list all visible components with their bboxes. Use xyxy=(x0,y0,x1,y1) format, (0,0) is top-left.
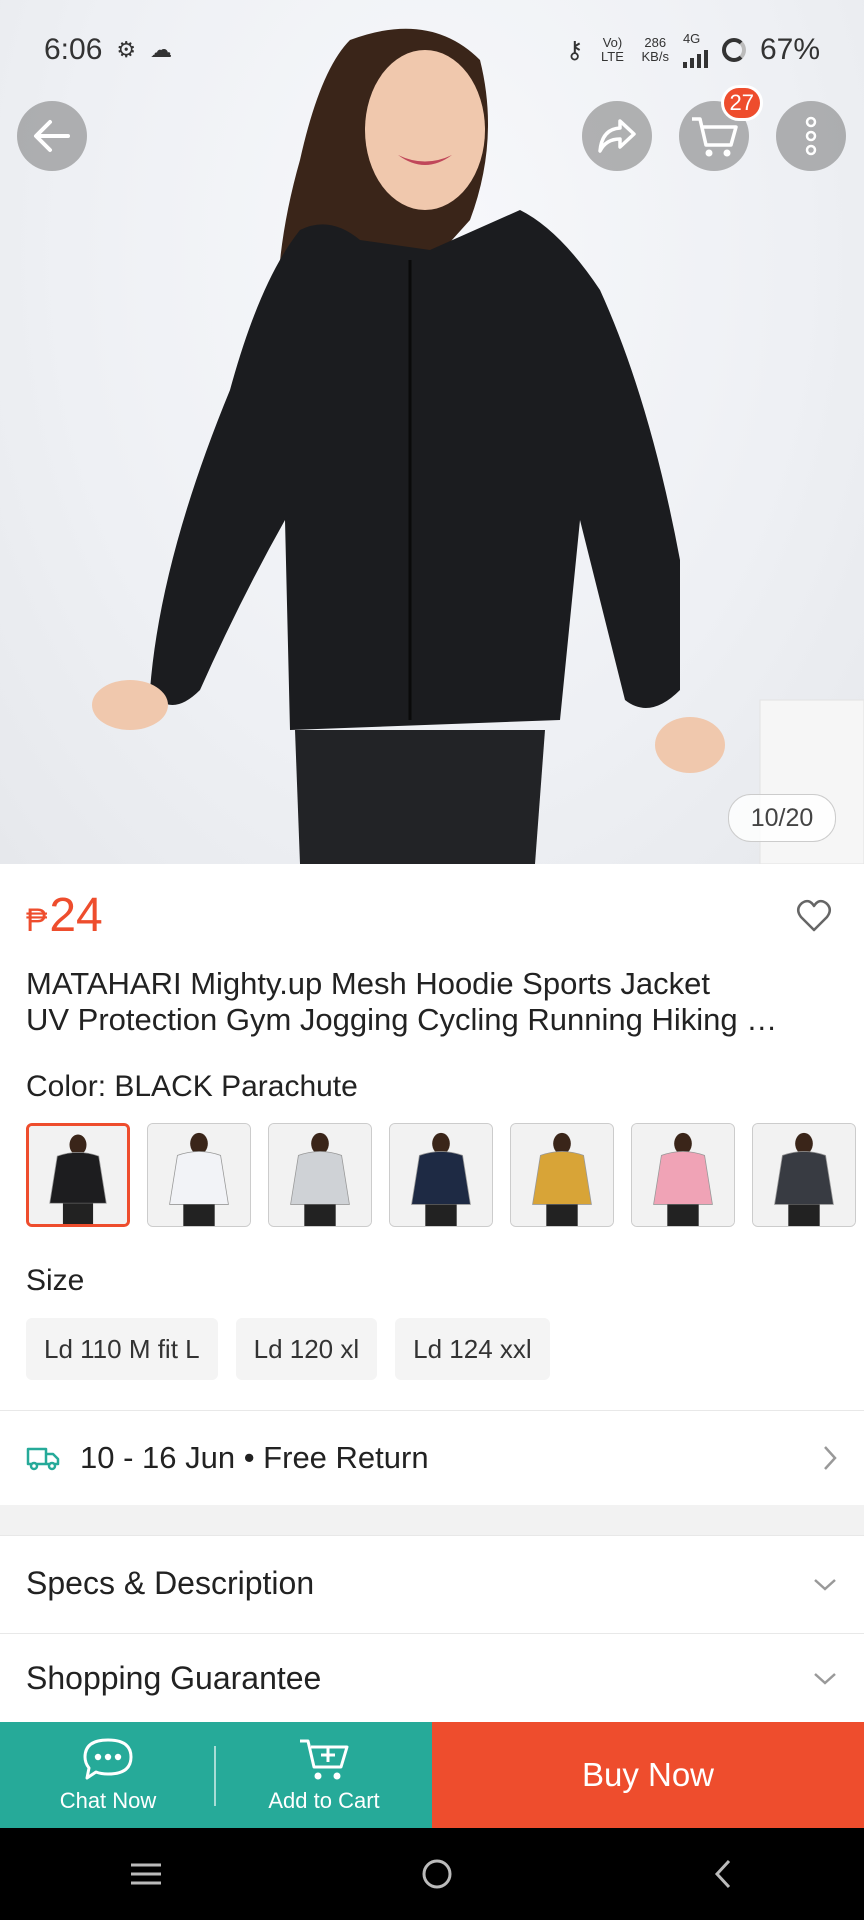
cloud-icon: ☁ xyxy=(150,37,173,62)
chevron-down-icon xyxy=(814,1578,836,1591)
divider xyxy=(0,1410,864,1411)
home-icon[interactable] xyxy=(420,1857,454,1891)
add-to-cart-icon xyxy=(300,1739,349,1780)
currency-symbol: ₱ xyxy=(26,902,48,938)
volte-indicator: Vo) LTE xyxy=(601,35,624,64)
shopping-guarantee-label: Shopping Guarantee xyxy=(26,1659,322,1696)
action-separator xyxy=(214,1746,216,1806)
add-to-cart-button[interactable]: Add to Cart xyxy=(216,1722,432,1828)
price-row: ₱ 24 xyxy=(26,888,838,943)
color-swatch[interactable] xyxy=(147,1123,251,1227)
color-swatch-list xyxy=(26,1123,864,1227)
more-vertical-icon xyxy=(805,116,817,156)
swatch-thumbnail xyxy=(29,1126,127,1224)
swatch-thumbnail xyxy=(632,1124,734,1226)
swatch-thumbnail xyxy=(753,1124,855,1226)
add-to-cart-label: Add to Cart xyxy=(268,1788,380,1813)
recent-apps-icon[interactable] xyxy=(129,1861,163,1887)
buy-now-button[interactable]: Buy Now xyxy=(432,1722,864,1828)
swatch-thumbnail xyxy=(390,1124,492,1226)
settings-gear-icon: ⚙ xyxy=(116,37,137,62)
product-image-gallery[interactable]: 6:06 ⚙ ☁ ⚷ Vo) LTE 286 KB/s 4G 67% 27 10… xyxy=(0,0,864,864)
size-option[interactable]: Ld 110 M fit L xyxy=(26,1318,218,1380)
color-swatch[interactable] xyxy=(631,1123,735,1227)
back-arrow-icon xyxy=(34,120,70,152)
color-swatch[interactable] xyxy=(752,1123,856,1227)
bottom-action-bar: Chat Now Add to Cart Buy Now xyxy=(0,1722,864,1828)
chevron-down-icon xyxy=(814,1673,836,1685)
color-label: Color: BLACK Parachute xyxy=(26,1070,358,1103)
share-button[interactable] xyxy=(582,101,652,171)
network-speed-unit: KB/s xyxy=(641,49,669,64)
product-title-line2: UV Protection Gym Jogging Cycling Runnin… xyxy=(26,1002,778,1037)
image-counter: 10/20 xyxy=(728,794,836,842)
color-swatch[interactable] xyxy=(389,1123,493,1227)
swatch-thumbnail xyxy=(269,1124,371,1226)
product-title-line1: MATAHARI Mighty.up Mesh Hoodie Sports Ja… xyxy=(26,966,710,1001)
chevron-right-icon xyxy=(824,1446,837,1470)
system-navigation-bar xyxy=(0,1828,864,1920)
cart-count-badge: 27 xyxy=(720,85,763,121)
battery-percent: 67% xyxy=(759,33,820,66)
wishlist-heart-icon[interactable] xyxy=(796,899,832,933)
product-price: ₱ 24 xyxy=(26,888,103,943)
size-label: Size xyxy=(26,1264,85,1297)
secondary-actions: Chat Now Add to Cart xyxy=(0,1722,432,1828)
status-time: 6:06 xyxy=(44,33,103,66)
cart-button[interactable]: 27 xyxy=(679,85,763,171)
specs-description-row[interactable]: Specs & Description xyxy=(0,1535,864,1631)
share-icon xyxy=(598,119,636,153)
network-type: 4G xyxy=(682,31,701,46)
specs-description-label: Specs & Description xyxy=(26,1565,315,1601)
signal-bars xyxy=(682,46,708,68)
chat-bubble-icon xyxy=(83,1738,133,1780)
section-gap xyxy=(0,1505,864,1535)
network-speed-value: 286 xyxy=(644,35,667,50)
product-title: MATAHARI Mighty.up Mesh Hoodie Sports Ja… xyxy=(26,966,834,1038)
size-option[interactable]: Ld 124 xxl xyxy=(395,1318,550,1380)
color-swatch[interactable] xyxy=(510,1123,614,1227)
network-speed: 286 KB/s xyxy=(641,36,668,64)
swatch-thumbnail xyxy=(511,1124,613,1226)
key-icon: ⚷ xyxy=(565,36,584,64)
chat-now-label: Chat Now xyxy=(59,1788,157,1813)
delivery-truck-icon xyxy=(26,1447,60,1471)
swatch-thumbnail xyxy=(148,1124,250,1226)
signal-icon: 4G xyxy=(682,31,708,68)
delivery-row[interactable]: 10 - 16 Jun • Free Return xyxy=(0,1412,864,1504)
battery-icon xyxy=(721,38,746,62)
delivery-text: 10 - 16 Jun • Free Return xyxy=(80,1440,429,1475)
back-nav-icon[interactable] xyxy=(711,1857,735,1891)
color-swatch[interactable] xyxy=(26,1123,130,1227)
price-value: 24 xyxy=(49,889,103,942)
more-options-button[interactable] xyxy=(776,101,846,171)
shopping-guarantee-row[interactable]: Shopping Guarantee xyxy=(0,1633,864,1722)
back-button[interactable] xyxy=(17,101,87,171)
color-swatch[interactable] xyxy=(268,1123,372,1227)
size-option[interactable]: Ld 120 xl xyxy=(235,1318,378,1380)
chat-now-button[interactable]: Chat Now xyxy=(0,1722,216,1828)
size-options: Ld 110 M fit L Ld 120 xl Ld 124 xxl xyxy=(26,1318,550,1380)
cart-icon xyxy=(692,117,738,157)
